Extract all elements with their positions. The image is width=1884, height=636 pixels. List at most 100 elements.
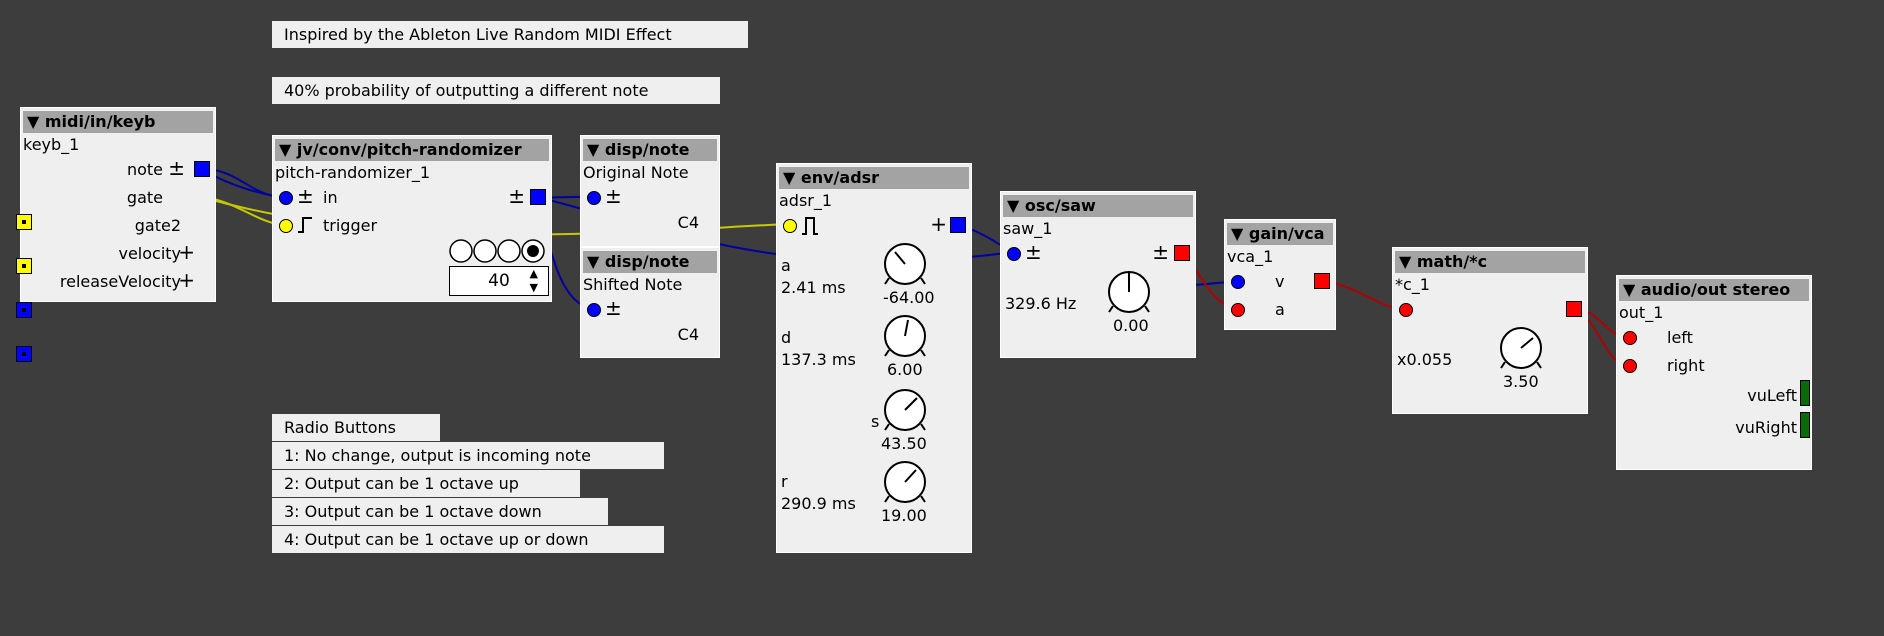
display-label[interactable]: Shifted Note <box>583 275 682 294</box>
vu-right-meter <box>1800 412 1810 438</box>
instance-name[interactable]: adsr_1 <box>779 191 832 210</box>
object-header[interactable]: ▼ math/*c <box>1395 251 1585 273</box>
gain-knob-value: 3.50 <box>1503 372 1539 391</box>
vu-left-label: vuLeft <box>1747 386 1797 405</box>
attack-knob-value: -64.00 <box>883 288 935 307</box>
instance-name[interactable]: keyb_1 <box>23 135 79 154</box>
comment-probability[interactable]: 40% probability of outputting a differen… <box>272 77 720 104</box>
object-osc-saw[interactable]: ▼ osc/saw saw_1 ± ± 329.6 Hz 0.00 <box>1000 191 1196 358</box>
outlet-env[interactable] <box>950 217 966 233</box>
inlet-note[interactable] <box>587 303 601 317</box>
object-disp-note-shifted[interactable]: ▼ disp/note Shifted Note ± C4 <box>580 247 720 358</box>
object-gain-vca[interactable]: ▼ gain/vca vca_1 v a <box>1224 219 1336 330</box>
release-value: 290.9 ms <box>781 494 856 513</box>
inlet-gate[interactable] <box>783 219 797 233</box>
probability-spinbox[interactable]: 40 ▲ ▼ <box>449 266 549 296</box>
instance-name[interactable]: vca_1 <box>1227 247 1273 266</box>
object-header[interactable]: ▼ midi/in/keyb <box>23 111 213 133</box>
inlet-label-v: v <box>1275 272 1285 291</box>
inlet-label-a: a <box>1275 300 1285 319</box>
outlet-note[interactable] <box>194 161 210 177</box>
outlet-wave[interactable] <box>1174 245 1190 261</box>
outlet-release-velocity[interactable] <box>16 346 32 362</box>
pitch-knob[interactable] <box>1107 270 1151 314</box>
radio-button-3 <box>497 239 521 263</box>
gain-knob[interactable] <box>1499 326 1543 370</box>
inlet-in[interactable] <box>1399 303 1413 317</box>
plusminus-icon: ± <box>168 156 185 180</box>
decay-value: 137.3 ms <box>781 350 856 369</box>
release-knob-value: 19.00 <box>881 506 927 525</box>
display-label[interactable]: Original Note <box>583 163 689 182</box>
inlet-pitch[interactable] <box>1007 247 1021 261</box>
comment-radio-4[interactable]: 4: Output can be 1 octave up or down <box>272 526 664 553</box>
factor-value: x0.055 <box>1397 350 1453 369</box>
release-label: r <box>781 472 788 491</box>
inlet-in[interactable] <box>279 191 293 205</box>
inlet-trigger[interactable] <box>279 219 293 233</box>
outlet-gate2[interactable] <box>16 258 32 274</box>
plusminus-icon: ± <box>297 184 314 208</box>
object-pitch-randomizer[interactable]: ▼ jv/conv/pitch-randomizer pitch-randomi… <box>272 135 552 302</box>
outlet-label-note: note <box>126 160 163 179</box>
comment-radio-3[interactable]: 3: Output can be 1 octave down <box>272 498 608 525</box>
decay-knob[interactable] <box>883 314 927 358</box>
inlet-v[interactable] <box>1231 275 1245 289</box>
object-header[interactable]: ▼ gain/vca <box>1227 223 1333 245</box>
object-header[interactable]: ▼ jv/conv/pitch-randomizer <box>275 139 549 161</box>
radio-button-2 <box>473 239 497 263</box>
radio-button-4-selected <box>527 245 539 257</box>
decay-knob-value: 6.00 <box>887 360 923 379</box>
object-header[interactable]: ▼ disp/note <box>583 139 717 161</box>
object-header[interactable]: ▼ audio/out stereo <box>1619 279 1809 301</box>
object-midi-in-keyb[interactable]: ▼ midi/in/keyb keyb_1 note ± gate gate2 … <box>16 107 216 362</box>
object-header[interactable]: ▼ env/adsr <box>779 167 969 189</box>
sustain-knob[interactable] <box>883 388 927 432</box>
inlet-left[interactable] <box>1623 331 1637 345</box>
inlet-note[interactable] <box>587 191 601 205</box>
plusminus-icon: ± <box>605 184 622 208</box>
pitch-knob-value: 0.00 <box>1113 316 1149 335</box>
outlet-out[interactable] <box>1566 301 1582 317</box>
object-header[interactable]: ▼ disp/note <box>583 251 717 273</box>
outlet-out[interactable] <box>530 189 546 205</box>
comment-radio-2[interactable]: 2: Output can be 1 octave up <box>272 470 580 497</box>
gate-pulse-icon <box>802 217 818 235</box>
inlet-a[interactable] <box>1231 303 1245 317</box>
plus-icon: + <box>178 240 195 264</box>
outlet-velocity[interactable] <box>16 302 32 318</box>
outlet-o[interactable] <box>1314 273 1330 289</box>
object-header[interactable]: ▼ osc/saw <box>1003 195 1193 217</box>
plus-icon: + <box>178 268 195 292</box>
comment-radio-title[interactable]: Radio Buttons <box>272 414 440 441</box>
instance-name[interactable]: out_1 <box>1619 303 1663 322</box>
outlet-label-velocity: velocity <box>118 244 181 263</box>
radio-button-1 <box>449 239 473 263</box>
plusminus-icon: ± <box>1025 240 1042 264</box>
spinner-arrows-icon[interactable]: ▲ ▼ <box>530 267 538 295</box>
vu-right-label: vuRight <box>1735 418 1797 437</box>
object-env-adsr[interactable]: ▼ env/adsr adsr_1 + a 2.41 ms -64.00 d 1… <box>776 163 972 553</box>
object-audio-out-stereo[interactable]: ▼ audio/out stereo out_1 left right vuLe… <box>1616 275 1812 470</box>
object-disp-note-original[interactable]: ▼ disp/note Original Note ± C4 <box>580 135 720 247</box>
attack-value: 2.41 ms <box>781 278 846 297</box>
instance-name[interactable]: pitch-randomizer_1 <box>275 163 430 182</box>
comment-inspired[interactable]: Inspired by the Ableton Live Random MIDI… <box>272 21 748 48</box>
object-math-mul-c[interactable]: ▼ math/*c *c_1 x0.055 3.50 <box>1392 247 1588 414</box>
outlet-label-gate: gate <box>126 188 163 207</box>
instance-name[interactable]: saw_1 <box>1003 219 1052 238</box>
decay-label: d <box>781 328 792 347</box>
attack-knob[interactable] <box>883 242 927 286</box>
plusminus-icon: ± <box>1152 240 1169 264</box>
instance-name[interactable]: *c_1 <box>1395 275 1430 294</box>
sustain-knob-value: 43.50 <box>881 434 927 453</box>
radio-buttons[interactable] <box>449 238 549 264</box>
outlet-label-gate2: gate2 <box>134 216 181 235</box>
outlet-gate[interactable] <box>16 214 32 230</box>
release-knob[interactable] <box>883 460 927 504</box>
comment-radio-1[interactable]: 1: No change, output is incoming note <box>272 442 664 469</box>
trigger-icon <box>298 217 312 233</box>
display-value: C4 <box>677 213 699 232</box>
inlet-right[interactable] <box>1623 359 1637 373</box>
sustain-label: s <box>871 412 880 431</box>
